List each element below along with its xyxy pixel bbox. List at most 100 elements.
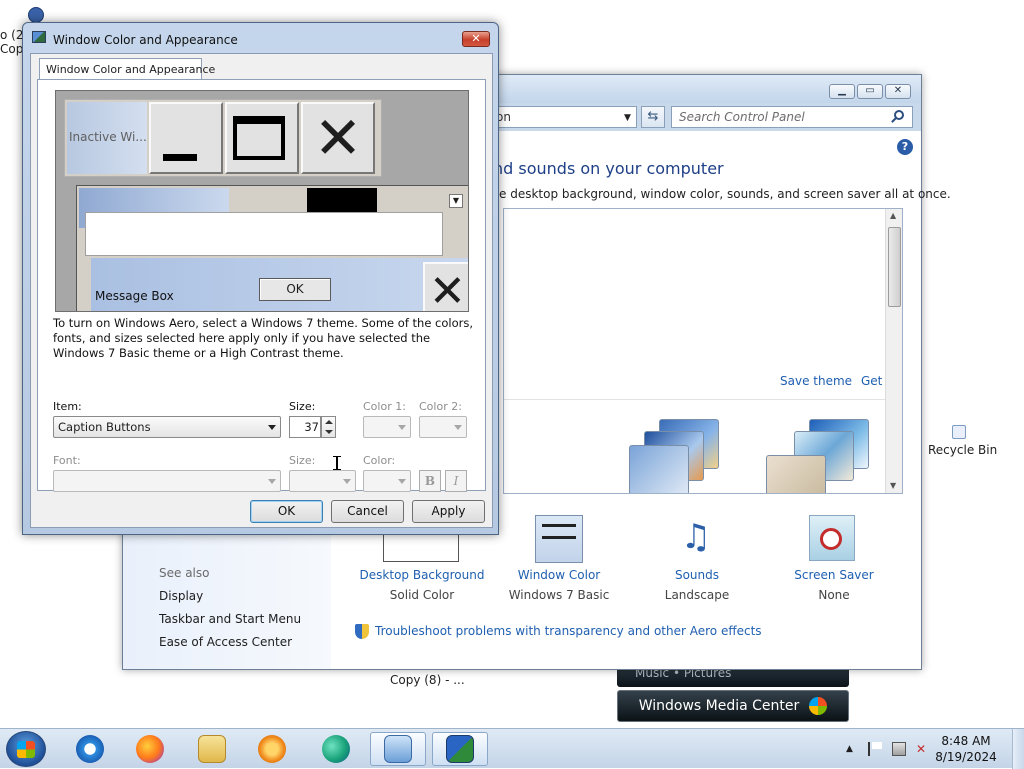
themes-list[interactable]: Save theme Get more themes online [503,208,903,494]
minimize-button[interactable]: ▁ [829,84,855,99]
taskbar-media-player[interactable] [244,732,300,766]
screen-saver-icon[interactable] [809,515,855,561]
preview-ok-button[interactable]: OK [259,278,331,301]
window-color-bar [542,524,576,527]
action-center-flag-icon[interactable] [868,742,882,756]
theme-thumbnail-selected[interactable] [629,445,689,493]
media-player-icon [258,735,286,763]
color2-dropdown[interactable] [419,416,467,438]
page-description: e desktop background, window color, soun… [499,187,951,201]
chevron-down-icon [398,479,406,484]
window-color-icon[interactable] [535,515,583,563]
folder-icon [198,735,226,763]
desktop-background-link[interactable]: Desktop Background [359,568,485,582]
desktop-background-value: Solid Color [389,588,455,602]
shield-icon [355,624,369,639]
stepper-down-icon[interactable] [325,430,333,434]
show-hidden-icons-icon[interactable]: ▲ [846,742,860,756]
chevron-down-icon [343,479,351,484]
stepper-up-icon[interactable] [325,420,333,424]
scrollbar-thumb[interactable] [888,227,901,307]
tab-window-color-appearance[interactable]: Window Color and Appearance [39,58,215,79]
troubleshoot-link[interactable]: Troubleshoot problems with transparency … [375,624,762,638]
network-icon[interactable] [892,742,906,756]
taskbar-internet-explorer[interactable] [62,732,118,766]
ok-button[interactable]: OK [250,500,323,523]
size-input[interactable]: 37 [289,416,321,438]
theme-thumbnail[interactable] [766,455,826,493]
preview-maximize-icon [225,102,299,174]
appearance-preview[interactable]: Inactive Wi... ✕ ▼ Message Box OK ✕ [55,90,469,312]
see-also-heading: See also [159,566,210,580]
windows-logo-icon [17,741,35,758]
clock-time[interactable]: 8:48 AM [934,734,998,748]
volume-muted-icon[interactable]: ✕ [916,742,930,756]
cancel-button[interactable]: Cancel [331,500,404,523]
clock-date[interactable]: 8/19/2024 [934,750,998,764]
taskbar-edge[interactable] [308,732,364,766]
start-button[interactable] [6,731,46,767]
item-dropdown[interactable]: Caption Buttons [53,416,281,438]
help-icon[interactable]: ? [897,139,913,155]
color1-label: Color 1: [363,400,406,413]
desktop-shortcut-icon[interactable] [28,7,44,23]
sounds-icon[interactable]: ♫ [671,515,721,563]
chevron-down-icon [398,425,406,430]
font-dropdown[interactable] [53,470,281,492]
preview-message-box[interactable]: Message Box OK ✕ [91,258,468,311]
scroll-down-icon[interactable]: ▼ [890,481,896,490]
preview-close-icon: ✕ [301,102,375,174]
size-stepper[interactable] [321,416,336,438]
item-dropdown-value: Caption Buttons [58,420,151,434]
close-button[interactable]: ✕ [885,84,911,99]
scroll-up-icon[interactable]: ▲ [890,211,896,220]
dialog-close-button[interactable]: ✕ [462,31,490,47]
taskbar: ▲ ✕ 8:48 AM 8/19/2024 [0,728,1024,769]
preview-minimize-icon [149,102,223,174]
bold-button[interactable]: B [419,470,441,492]
maximize-button[interactable]: ▭ [857,84,883,99]
text-cursor-icon [333,456,341,470]
color1-dropdown[interactable] [363,416,411,438]
recycle-bin-icon[interactable] [952,425,966,439]
chevron-down-icon[interactable]: ▼ [624,113,631,123]
taskbar-firefox[interactable] [122,732,178,766]
display-settings-icon [32,31,46,43]
aero-note: To turn on Windows Aero, select a Window… [53,316,474,360]
desktop-copy-label[interactable]: Copy (8) - ... [390,673,465,687]
recycle-bin-label[interactable]: Recycle Bin [928,443,997,457]
preview-inactive-window[interactable]: Inactive Wi... ✕ [64,99,382,177]
taskbar-control-panel[interactable] [370,732,426,766]
no-sign-icon [820,528,842,550]
media-center-label: Windows Media Center [638,698,800,714]
dialog-body: Window Color and Appearance Inactive Wi.… [30,53,493,528]
show-desktop-button[interactable] [1012,729,1024,769]
search-icon[interactable] [894,110,904,120]
apply-button[interactable]: Apply [412,500,485,523]
search-input[interactable]: Search Control Panel [671,106,913,128]
firefox-icon [136,735,164,763]
sounds-value: Landscape [664,588,730,602]
window-color-link[interactable]: Window Color [496,568,622,582]
see-also-display[interactable]: Display [159,589,203,603]
sounds-link[interactable]: Sounds [634,568,760,582]
font-color-dropdown[interactable] [363,470,411,492]
window-color-dialog: Window Color and Appearance ✕ Window Col… [22,22,499,535]
windows-media-center-gadget[interactable]: Windows Media Center [617,690,849,722]
divider [504,399,886,400]
taskbar-file-explorer[interactable] [184,732,240,766]
preview-active-window[interactable]: ▼ Message Box OK ✕ [76,185,468,311]
size-label: Size: [289,400,316,413]
screen-saver-link[interactable]: Screen Saver [771,568,897,582]
see-also-taskbar[interactable]: Taskbar and Start Menu [159,612,301,626]
themes-scrollbar[interactable]: ▲ ▼ [885,209,902,493]
refresh-icon[interactable]: ⇆ [641,106,665,128]
taskbar-display-settings[interactable] [432,732,488,766]
window-color-bar [542,536,576,539]
chevron-down-icon [268,479,276,484]
minimize-glyph [163,154,197,161]
font-size-dropdown[interactable] [289,470,356,492]
italic-button[interactable]: I [445,470,467,492]
see-also-ease-of-access[interactable]: Ease of Access Center [159,635,292,649]
save-theme-link[interactable]: Save theme [780,374,852,388]
